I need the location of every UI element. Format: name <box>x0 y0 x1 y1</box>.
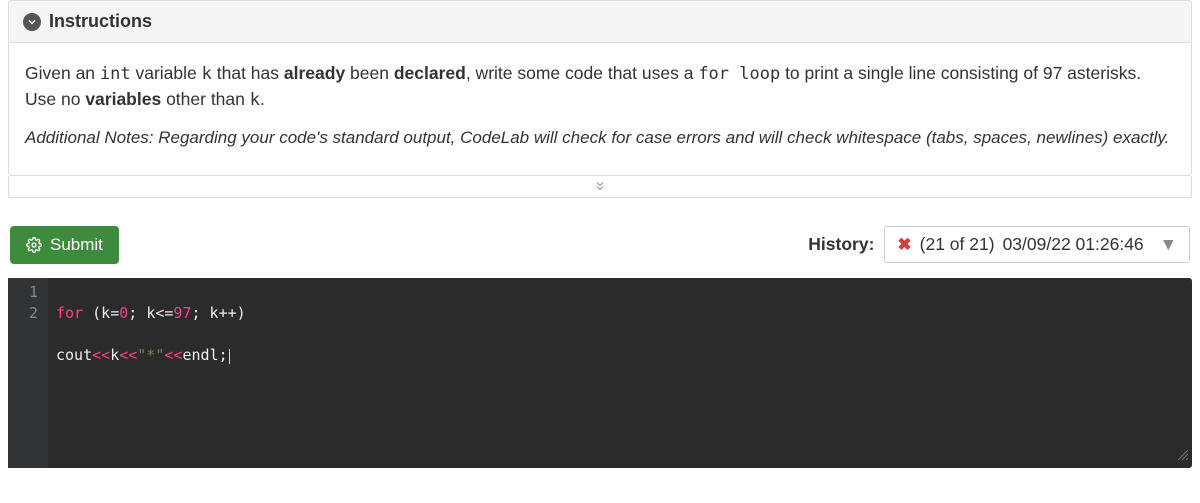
history-count: (21 of 21) <box>920 234 995 255</box>
history-dropdown[interactable]: ✖ (21 of 21) 03/09/22 01:26:46 ▼ <box>884 226 1190 263</box>
double-chevron-down-icon <box>593 179 607 193</box>
collapse-icon[interactable] <box>23 13 41 31</box>
problem-statement: Given an int variable k that has already… <box>25 61 1175 112</box>
gear-icon <box>26 237 42 253</box>
code-line-1: for (k=0; k<=97; k++) <box>56 303 1184 324</box>
submit-button[interactable]: Submit <box>10 226 119 264</box>
expand-divider[interactable] <box>8 176 1192 198</box>
code-token-int: int <box>100 64 131 84</box>
code-content[interactable]: for (k=0; k<=97; k++) cout<<k<<"*"<<endl… <box>48 278 1192 468</box>
code-line-2: cout<<k<<"*"<<endl; <box>56 345 1184 366</box>
line-number: 1 <box>22 282 38 303</box>
history-block: History: ✖ (21 of 21) 03/09/22 01:26:46 … <box>808 226 1190 263</box>
code-token-for-loop: for loop <box>698 64 780 84</box>
code-editor[interactable]: 1 2 for (k=0; k<=97; k++) cout<<k<<"*"<<… <box>8 278 1192 468</box>
line-number: 2 <box>22 303 38 324</box>
history-label: History: <box>808 234 874 255</box>
instructions-header[interactable]: Instructions <box>8 0 1192 43</box>
text-cursor <box>229 349 230 364</box>
instructions-title: Instructions <box>49 11 152 32</box>
code-token-k: k <box>202 64 212 84</box>
history-timestamp: 03/09/22 01:26:46 <box>1003 234 1144 255</box>
status-failed-icon: ✖ <box>897 235 911 255</box>
action-row: Submit History: ✖ (21 of 21) 03/09/22 01… <box>8 226 1192 278</box>
caret-down-icon: ▼ <box>1160 234 1177 255</box>
instructions-body: Given an int variable k that has already… <box>8 43 1192 176</box>
additional-notes: Additional Notes: Regarding your code's … <box>25 126 1175 151</box>
resize-handle-icon[interactable] <box>1176 445 1188 466</box>
line-gutter: 1 2 <box>8 278 48 468</box>
submit-label: Submit <box>50 235 103 255</box>
